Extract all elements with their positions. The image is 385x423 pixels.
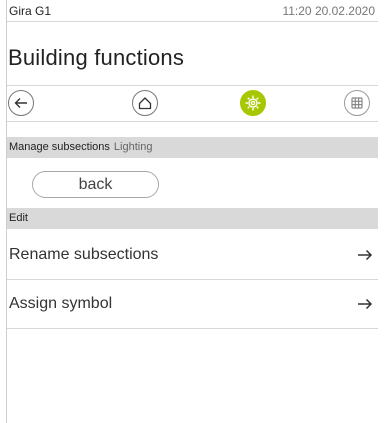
section-title: Manage subsections xyxy=(9,141,110,153)
navigation-toolbar xyxy=(7,85,378,122)
device-name: Gira G1 xyxy=(9,4,52,18)
menu-item-label: Assign symbol xyxy=(9,295,113,312)
settings-button[interactable] xyxy=(240,90,266,116)
grid-view-button[interactable] xyxy=(344,90,370,116)
arrow-right-icon xyxy=(358,298,373,310)
home-icon xyxy=(138,97,152,110)
page-title: Building functions xyxy=(8,45,185,70)
grid-icon xyxy=(351,97,363,109)
gear-icon xyxy=(245,95,261,111)
divider xyxy=(7,21,378,22)
back-nav-button[interactable] xyxy=(8,90,34,116)
clock: 11:20 20.02.2020 xyxy=(282,4,375,18)
section-subtitle: Lighting xyxy=(113,141,153,153)
edit-header: Edit xyxy=(7,208,378,229)
status-bar: Gira G1 11:20 20.02.2020 xyxy=(7,0,378,22)
back-button[interactable]: back xyxy=(32,171,159,198)
section-title: Edit xyxy=(9,212,28,224)
rename-subsections-item[interactable]: Rename subsections xyxy=(7,232,378,280)
assign-symbol-item[interactable]: Assign symbol xyxy=(7,281,378,329)
device-screen: Gira G1 11:20 20.02.2020 Building functi… xyxy=(7,0,378,423)
arrow-left-icon xyxy=(14,98,27,108)
arrow-right-icon xyxy=(358,249,373,261)
manage-subsections-header: Manage subsections Lighting xyxy=(7,137,378,158)
home-button[interactable] xyxy=(132,90,158,116)
menu-item-label: Rename subsections xyxy=(9,246,159,263)
back-row: back xyxy=(7,158,378,208)
